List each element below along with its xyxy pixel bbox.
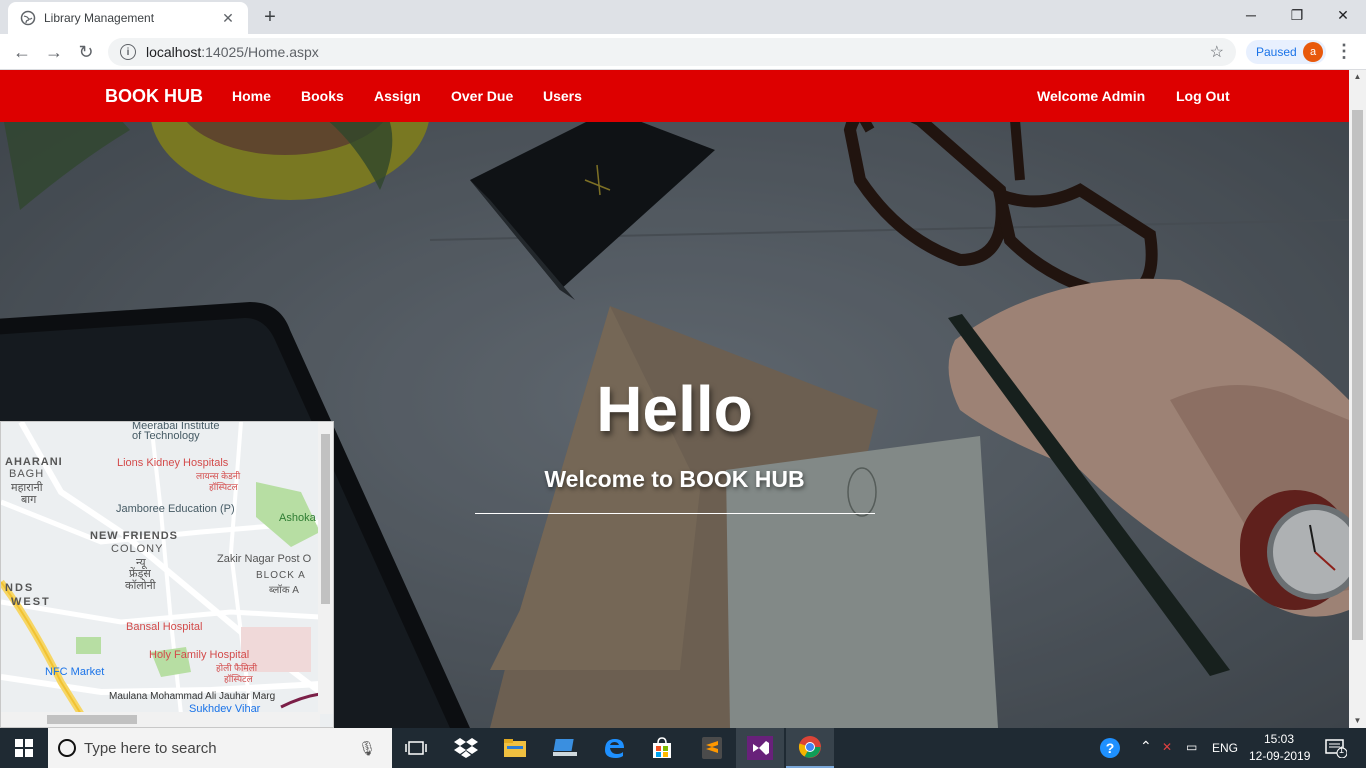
visual-studio-icon[interactable]: [736, 728, 784, 768]
map-label: हॉस्पिटल: [224, 674, 253, 684]
map-horizontal-scrollbar[interactable]: [1, 712, 320, 727]
forward-button[interactable]: →: [40, 38, 68, 66]
map-label: बाग: [21, 494, 37, 506]
map-label: NDS: [5, 582, 35, 594]
map-label: Holy Family Hospital: [149, 649, 250, 661]
map-label: ब्लॉक A: [269, 585, 299, 596]
show-hidden-icons-chevron-icon[interactable]: ⌃: [1140, 738, 1152, 755]
cortana-icon: [58, 739, 76, 757]
browser-toolbar: ← → ↻ i localhost:14025/Home.aspx ☆ Paus…: [0, 34, 1366, 70]
nav-link-home[interactable]: Home: [232, 88, 271, 104]
network-disconnected-icon[interactable]: ✕: [1162, 740, 1172, 754]
nav-link-assign[interactable]: Assign: [374, 88, 421, 104]
profile-avatar: a: [1303, 42, 1323, 62]
browser-tabstrip: Library Management ✕ + ─ ❐ ✕: [0, 0, 1366, 34]
map-label: NFC Market: [45, 666, 105, 678]
nav-welcome-admin[interactable]: Welcome Admin: [1037, 88, 1145, 104]
page-scroll-thumb[interactable]: [1352, 110, 1363, 640]
map-label: WEST: [11, 596, 51, 608]
microphone-icon[interactable]: 🎙: [358, 740, 376, 757]
notifications-icon[interactable]: 1: [1316, 728, 1356, 768]
tab-close-icon[interactable]: ✕: [220, 10, 236, 27]
map-label: Jamboree Education (P): [116, 503, 235, 515]
map-label: Lions Kidney Hospitals: [117, 457, 229, 469]
map-label: हॉस्पिटल: [209, 482, 238, 492]
language-indicator[interactable]: ENG: [1212, 741, 1238, 755]
browser-menu-icon[interactable]: ⋮: [1334, 42, 1354, 62]
nav-link-books[interactable]: Books: [301, 88, 344, 104]
reload-button[interactable]: ↻: [72, 38, 100, 66]
map-vertical-scrollbar[interactable]: [318, 422, 333, 714]
windows-taskbar: Type here to search 🎙 ? ⌃ ✕ ▭ ENG 15:03 …: [0, 728, 1366, 768]
help-icon[interactable]: ?: [1096, 728, 1124, 768]
taskbar-search[interactable]: Type here to search 🎙: [48, 728, 392, 768]
file-explorer-icon[interactable]: [491, 728, 539, 768]
site-navbar: BOOK HUB Home Books Assign Over Due User…: [0, 70, 1349, 122]
minimize-button[interactable]: ─: [1228, 0, 1274, 30]
search-placeholder: Type here to search: [84, 739, 217, 757]
network-app-icon[interactable]: [541, 728, 589, 768]
map-label: AHARANI: [5, 456, 63, 468]
map-label: Ashoka: [279, 512, 316, 524]
page-scrollbar[interactable]: ▲ ▼: [1349, 70, 1366, 728]
start-button[interactable]: [0, 728, 48, 768]
profile-paused-button[interactable]: Paused a: [1246, 40, 1326, 64]
map-label: Zakir Nagar Post O: [217, 553, 312, 565]
site-brand[interactable]: BOOK HUB: [105, 86, 203, 107]
hero-divider: [475, 513, 875, 514]
close-window-button[interactable]: ✕: [1320, 0, 1366, 30]
nav-link-logout[interactable]: Log Out: [1176, 88, 1230, 104]
new-tab-button[interactable]: +: [258, 6, 282, 30]
edge-browser-icon[interactable]: [590, 728, 638, 768]
svg-text:?: ?: [1106, 740, 1115, 756]
map-label: BAGH: [9, 468, 45, 480]
paused-label: Paused: [1256, 45, 1297, 59]
battery-icon[interactable]: ▭: [1186, 740, 1197, 754]
page-viewport: BOOK HUB Home Books Assign Over Due User…: [0, 70, 1349, 728]
map-label: BLOCK A: [256, 570, 306, 581]
clock-time[interactable]: 15:03: [1264, 732, 1294, 746]
windows-logo-icon: [15, 739, 33, 757]
scroll-up-arrow-icon[interactable]: ▲: [1349, 70, 1366, 84]
map-label: Bansal Hospital: [126, 621, 203, 633]
back-button[interactable]: ←: [8, 38, 36, 66]
chrome-icon[interactable]: [786, 728, 834, 768]
url-path: :14025/Home.aspx: [201, 44, 319, 60]
map-label: of Technology: [132, 430, 200, 442]
address-bar[interactable]: i localhost:14025/Home.aspx ☆: [108, 38, 1236, 66]
restore-button[interactable]: ❐: [1274, 0, 1320, 30]
bookmark-star-icon[interactable]: ☆: [1210, 42, 1224, 62]
map-label: कॉलोनी: [125, 580, 156, 592]
map-label: COLONY: [111, 543, 164, 555]
map-hscroll-thumb[interactable]: [47, 715, 137, 724]
globe-icon: [20, 10, 36, 26]
notification-count: 1: [1339, 745, 1345, 755]
map-label: NEW FRIENDS: [90, 530, 178, 542]
store-icon[interactable]: [638, 728, 686, 768]
tab-title: Library Management: [44, 11, 155, 25]
browser-tab[interactable]: Library Management ✕: [8, 2, 248, 34]
dropbox-icon[interactable]: [442, 728, 490, 768]
sublime-text-icon[interactable]: [688, 728, 736, 768]
map-vscroll-thumb[interactable]: [321, 434, 330, 604]
map-label: Maulana Mohammad Ali Jauhar Marg: [109, 691, 276, 702]
site-info-icon[interactable]: i: [120, 44, 136, 60]
url-host: localhost: [146, 44, 202, 60]
scroll-down-arrow-icon[interactable]: ▼: [1349, 714, 1366, 728]
clock-date[interactable]: 12-09-2019: [1249, 749, 1310, 763]
task-view-icon[interactable]: [392, 728, 440, 768]
nav-link-over-due[interactable]: Over Due: [451, 88, 513, 104]
nav-link-users[interactable]: Users: [543, 88, 582, 104]
embedded-map[interactable]: Meerabai Institute of Technology AHARANI…: [0, 421, 334, 728]
